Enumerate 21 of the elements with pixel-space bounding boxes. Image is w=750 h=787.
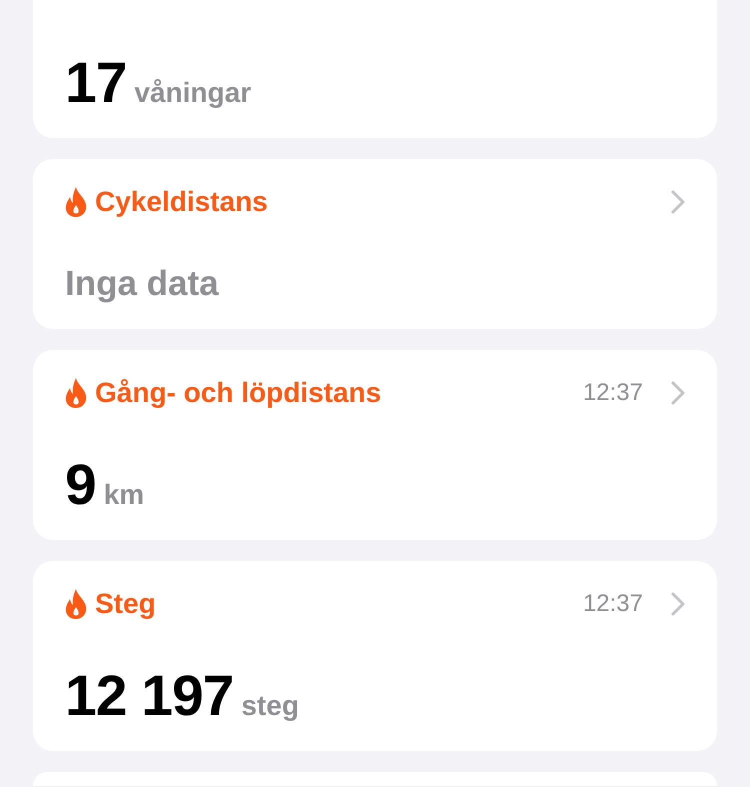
card-title: Gång- och löpdistans — [95, 377, 382, 409]
card-title: Steg — [95, 588, 157, 620]
time-label: 12:37 — [582, 379, 643, 407]
unit-label: steg — [241, 690, 299, 722]
card-background[interactable]: Gång- och löpdistans 12:37 9 km — [33, 350, 717, 540]
flame-icon — [65, 378, 87, 408]
time-label: 12:37 — [582, 590, 643, 618]
card-title: Cykeldistans — [95, 186, 269, 218]
chevron-icon — [671, 381, 685, 405]
chevron-icon — [671, 592, 685, 616]
card-background[interactable]: Steg 12:37 12 197 steg — [33, 561, 717, 751]
flame-icon — [65, 187, 87, 217]
value-number: 12 197 — [65, 663, 234, 729]
value-number: 9 — [65, 452, 96, 518]
unit-label: våningar — [134, 77, 252, 109]
no-data-label: Inga data — [65, 264, 220, 304]
value-number: 17 — [65, 50, 126, 116]
unit-label: km — [104, 479, 144, 511]
card-background[interactable]: 17 våningar — [33, 0, 717, 138]
flame-icon — [65, 589, 87, 619]
chevron-icon — [671, 190, 685, 214]
